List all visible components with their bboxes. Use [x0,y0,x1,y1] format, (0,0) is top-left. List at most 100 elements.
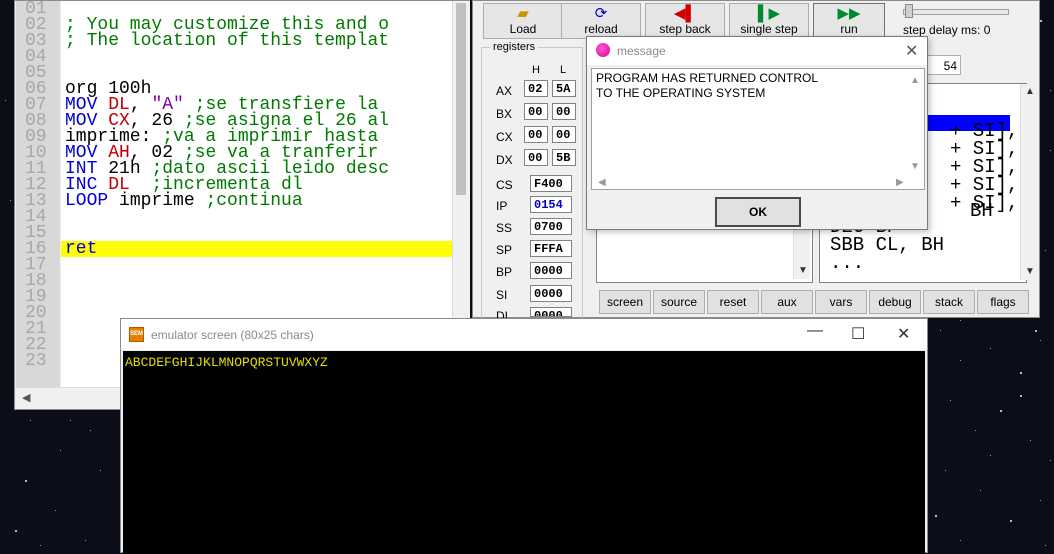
low-byte-header: L [560,64,567,76]
star [990,348,991,349]
star [1040,500,1041,501]
code-line[interactable] [61,257,452,273]
register-cl-field[interactable]: 00 [552,126,576,143]
scroll-down-icon[interactable]: ▼ [798,265,808,276]
register-bh-field[interactable]: 00 [524,103,548,120]
star [980,490,981,491]
aux-button[interactable]: aux [761,290,813,314]
run-button[interactable]: ▶▶ run [813,3,885,39]
code-line[interactable] [61,225,452,241]
screen-title-bar[interactable]: SEM emulator screen (80x25 chars) — ☐ ✕ [121,319,927,350]
star [960,360,961,361]
scroll-right-icon[interactable]: ▶ [896,175,904,190]
code-line[interactable] [61,273,452,289]
star [935,515,937,517]
vars-button[interactable]: vars [815,290,867,314]
high-byte-header: H [532,64,540,76]
run-label: run [840,22,858,36]
star [1040,20,1042,22]
reset-button[interactable]: reset [707,290,759,314]
disassembly-scrollbar[interactable]: ▲ ▼ [1020,84,1037,280]
line-number: 23 [25,351,47,371]
star [1020,372,1022,374]
star [5,100,6,101]
star [10,200,11,201]
code-line[interactable] [61,289,452,305]
register-si-field[interactable]: 0000 [530,285,572,302]
register-di-field[interactable]: 0000 [530,307,572,317]
code-token: imprime [119,191,206,211]
emulator-screen-window: SEM emulator screen (80x25 chars) — ☐ ✕ … [120,318,928,554]
code-line[interactable]: LOOP imprime ;continua [61,191,452,211]
source-button[interactable]: source [653,290,705,314]
disassembly-row[interactable]: BH [970,202,993,221]
register-ip-label: IP [496,199,508,213]
ok-button[interactable]: OK [715,197,801,227]
register-bl-field[interactable]: 00 [552,103,576,120]
code-token: ret [65,239,98,259]
star [975,430,976,431]
step-back-button[interactable]: ◀▌ step back [645,3,725,39]
star [1050,460,1051,461]
reload-icon: ⟳ [594,5,608,22]
message-line-1: PROGRAM HAS RETURNED CONTROL [596,71,819,85]
register-ss-field[interactable]: 0700 [530,218,572,235]
register-cs-field[interactable]: F400 [530,175,572,192]
line-number-gutter: 01 02 03 04 05 06 07 08 09 10 11 12 13 14 15 16 17 18 19 20… [16,1,60,387]
code-line[interactable] [61,49,452,65]
register-sp-field[interactable]: FFFA [530,240,572,257]
star [25,480,27,482]
scroll-up-icon[interactable]: ▲ [1025,86,1035,97]
single-step-button[interactable]: ▌▶ single step [729,3,809,39]
registers-title: registers [490,41,539,53]
scroll-left-icon[interactable]: ◀ [598,175,606,190]
register-ip-field[interactable]: 0154 [530,196,572,213]
star [1030,440,1031,441]
close-icon[interactable]: ✕ [905,41,918,61]
flags-button[interactable]: flags [977,290,1029,314]
code-line[interactable]: ; The location of this templat [61,32,452,50]
minimize-icon[interactable]: — [807,322,823,340]
step-delay-label: step delay ms: 0 [903,23,991,37]
register-dx-label: DX [496,153,513,167]
scroll-down-icon[interactable]: ▼ [910,159,920,174]
close-icon[interactable]: ✕ [897,324,910,344]
register-al-field[interactable]: 5A [552,80,576,97]
step-delay-slider-thumb[interactable] [905,4,913,18]
scroll-left-icon[interactable]: ◀ [22,391,30,404]
step-delay-slider[interactable] [903,9,1009,15]
disassembly-row[interactable]: ... [830,254,864,273]
message-icon [596,43,610,57]
star [960,320,961,321]
star [70,420,71,421]
message-text-area[interactable]: PROGRAM HAS RETURNED CONTROL TO THE OPER… [591,68,925,190]
reload-button[interactable]: ⟳ reload [561,3,641,39]
screen-button[interactable]: screen [599,290,651,314]
star [1040,340,1041,341]
single-step-icon: ▌▶ [757,5,781,22]
stack-button[interactable]: stack [923,290,975,314]
scroll-down-icon[interactable]: ▼ [1025,266,1035,277]
register-ss-label: SS [496,221,513,235]
message-title-bar[interactable]: message ✕ [587,37,927,65]
editor-scroll-thumb[interactable] [456,3,466,195]
run-icon: ▶▶ [837,5,861,22]
star [1010,520,1012,522]
reload-label: reload [584,22,618,36]
register-dh-field[interactable]: 00 [524,149,548,166]
register-bp-field[interactable]: 0000 [530,262,572,279]
load-button[interactable]: ▰ Load [483,3,563,39]
star [60,450,61,451]
scroll-up-icon[interactable]: ▲ [910,73,920,88]
register-ah-field[interactable]: 02 [524,80,548,97]
register-ch-field[interactable]: 00 [524,126,548,143]
message-title: message [617,44,666,58]
debug-button[interactable]: debug [869,290,921,314]
code-line[interactable] [61,209,452,225]
star [950,400,951,401]
current-line[interactable]: ret [61,239,452,259]
maximize-icon[interactable]: ☐ [851,324,865,344]
register-dl-field[interactable]: 5B [552,149,576,166]
star [90,430,91,431]
console-output[interactable]: ABCDEFGHIJKLMNOPQRSTUVWXYZ [123,351,925,554]
